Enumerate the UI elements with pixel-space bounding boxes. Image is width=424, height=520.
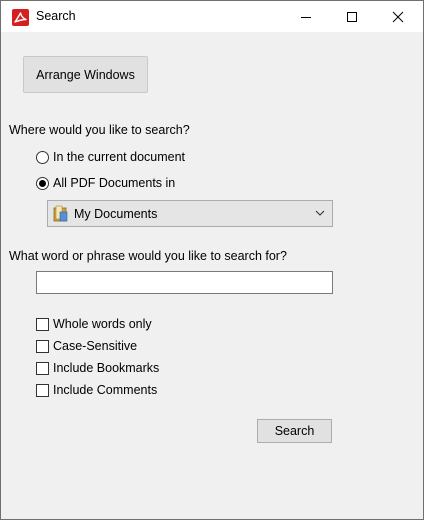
acrobat-icon (12, 9, 29, 26)
close-button[interactable] (375, 1, 421, 32)
folder-icon (53, 205, 68, 222)
maximize-icon (347, 11, 357, 22)
minimize-icon (301, 16, 311, 18)
folder-dropdown-value: My Documents (74, 207, 158, 221)
minimize-button[interactable] (283, 1, 329, 32)
checkbox-include-bookmarks[interactable] (36, 362, 49, 375)
maximize-button[interactable] (329, 1, 375, 32)
radio-selected-dot (39, 180, 46, 187)
radio-current-document[interactable] (36, 151, 49, 164)
checkbox-case-sensitive-label[interactable]: Case-Sensitive (53, 339, 137, 353)
folder-dropdown[interactable]: My Documents (47, 200, 333, 227)
arrange-windows-button[interactable]: Arrange Windows (23, 56, 148, 93)
radio-all-pdf-documents[interactable] (36, 177, 49, 190)
close-icon (392, 11, 404, 22)
search-location-question: Where would you like to search? (9, 123, 190, 137)
checkbox-whole-words[interactable] (36, 318, 49, 331)
checkbox-include-bookmarks-label[interactable]: Include Bookmarks (53, 361, 159, 375)
chevron-down-icon (315, 210, 325, 216)
search-term-question: What word or phrase would you like to se… (9, 249, 287, 263)
title-bar: Search (1, 1, 423, 32)
radio-current-document-label[interactable]: In the current document (53, 150, 185, 164)
search-window: Search Arrange Windows Where would you l… (0, 0, 424, 520)
search-button[interactable]: Search (257, 419, 332, 443)
window-title: Search (36, 9, 76, 23)
checkbox-case-sensitive[interactable] (36, 340, 49, 353)
radio-all-pdf-documents-label[interactable]: All PDF Documents in (53, 176, 175, 190)
checkbox-include-comments-label[interactable]: Include Comments (53, 383, 157, 397)
search-term-input[interactable] (36, 271, 333, 294)
checkbox-whole-words-label[interactable]: Whole words only (53, 317, 152, 331)
checkbox-include-comments[interactable] (36, 384, 49, 397)
